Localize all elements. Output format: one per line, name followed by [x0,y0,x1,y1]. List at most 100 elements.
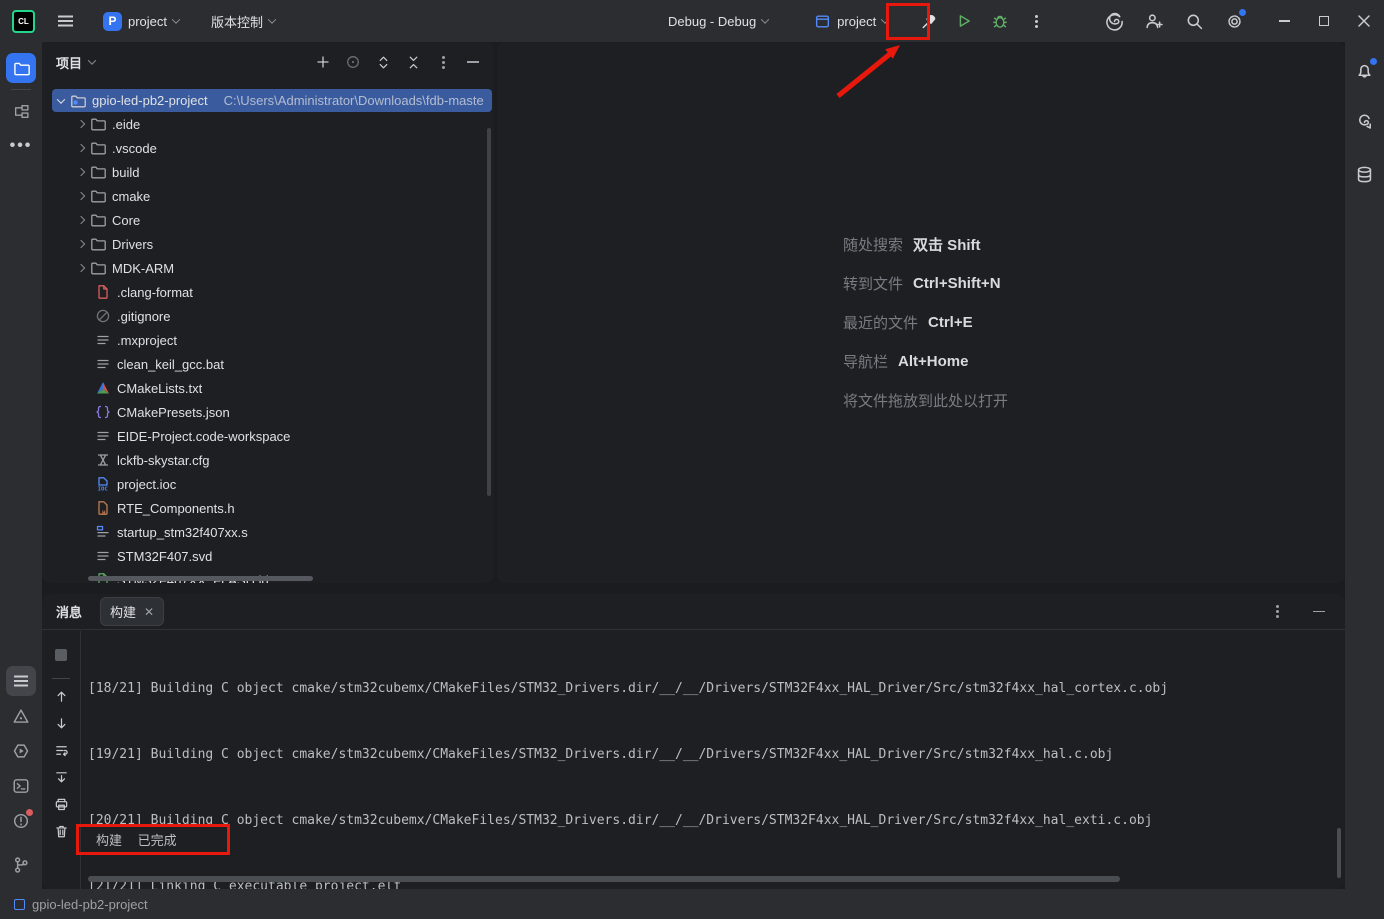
tree-item[interactable]: CMakePresets.json [42,400,494,424]
previous-message-button[interactable] [49,686,73,706]
print-button[interactable] [49,794,73,814]
messages-toolwindow-button[interactable] [6,666,36,696]
ai-chat-toolwindow-button[interactable] [1349,106,1381,138]
project-badge-icon: P [103,12,122,31]
tree-item[interactable]: MDK-ARM [42,256,494,280]
tree-item[interactable]: .mxproject [42,328,494,352]
add-button[interactable] [310,49,336,75]
terminal-toolwindow-button[interactable] [6,771,36,801]
scroll-end-icon [54,770,69,785]
tree-item[interactable]: build [42,160,494,184]
project-selector[interactable]: P project [95,7,187,36]
tree-item[interactable]: Drivers [42,232,494,256]
gitignore-file-icon [95,308,111,324]
statusbar-project-name[interactable]: gpio-led-pb2-project [32,897,148,912]
tree-item[interactable]: .eide [42,112,494,136]
chevron-right-icon [77,192,85,200]
tree-item[interactable]: lckfb-skystar.cfg [42,448,494,472]
expand-all-button[interactable] [370,49,396,75]
more-actions-button[interactable] [1020,5,1052,37]
minus-icon [467,61,479,63]
settings-button[interactable] [1218,5,1250,37]
cfg-file-icon [95,452,111,468]
run-configuration-selector[interactable]: Debug - Debug [660,9,776,34]
collapse-all-button[interactable] [400,49,426,75]
build-console-output: [18/21] Building C object cmake/stm32cub… [88,634,1331,889]
folder-icon [90,236,106,252]
main-menu-button[interactable] [49,5,81,37]
build-button[interactable] [912,5,944,37]
ai-assistant-button[interactable] [1098,5,1130,37]
search-everywhere-button[interactable] [1178,5,1210,37]
project-tree: gpio-led-pb2-project C:\Users\Administra… [42,89,494,583]
problems-toolwindow-button[interactable] [6,806,36,836]
ellipsis-vertical-icon [1276,610,1279,613]
stop-icon [55,649,67,661]
close-button[interactable] [1344,0,1384,42]
git-toolwindow-button[interactable] [6,850,36,880]
vertical-scrollbar[interactable] [1337,828,1341,878]
structure-toolwindow-button[interactable] [6,96,36,126]
horizontal-scrollbar[interactable] [88,876,1120,882]
hide-panel-button[interactable] [460,49,486,75]
database-toolwindow-button[interactable] [1349,158,1381,190]
tree-item[interactable]: EIDE-Project.code-workspace [42,424,494,448]
run-target-selector[interactable]: project [806,8,896,35]
run-toolbar: Debug - Debug project [660,0,1052,42]
build-tab[interactable]: 构建 ✕ [100,597,164,626]
target-window-icon [814,13,831,30]
tree-root-row[interactable]: gpio-led-pb2-project C:\Users\Administra… [52,89,492,112]
folder-icon [90,164,106,180]
divider [11,89,31,90]
tree-item[interactable]: clean_keil_gcc.bat [42,352,494,376]
database-icon [1355,165,1374,184]
tree-item[interactable]: RTE_Components.h [42,496,494,520]
maximize-button[interactable] [1304,0,1344,42]
clear-all-button[interactable] [49,821,73,841]
scroll-to-end-button[interactable] [49,767,73,787]
tree-item[interactable]: .clang-format [42,280,494,304]
tab-close-icon[interactable]: ✕ [144,606,154,618]
minimize-button[interactable] [1264,0,1304,42]
tree-item[interactable]: STM32F407.svd [42,544,494,568]
folder-icon [90,260,106,276]
hide-panel-button[interactable] [1303,596,1335,628]
tree-item[interactable]: project.ioc [42,472,494,496]
code-with-me-button[interactable] [1138,5,1170,37]
project-panel-title[interactable]: 项目 [56,53,95,72]
folder-icon [13,60,30,77]
tree-item[interactable]: startup_stm32f407xx.s [42,520,494,544]
cmake-toolwindow-button[interactable] [6,701,36,731]
tree-item[interactable]: cmake [42,184,494,208]
stop-button[interactable] [45,639,77,671]
vcs-menu[interactable]: 版本控制 [203,7,283,36]
vertical-scrollbar[interactable] [487,128,491,496]
services-toolwindow-button[interactable] [6,736,36,766]
tree-item[interactable]: Core [42,208,494,232]
locate-file-button[interactable] [340,49,366,75]
notifications-button[interactable] [1349,54,1381,86]
search-icon [1185,12,1204,31]
project-toolwindow-button[interactable] [6,53,36,83]
printer-icon [54,797,69,812]
next-message-button[interactable] [49,713,73,733]
text-file-icon [95,356,111,372]
debug-button[interactable] [984,5,1016,37]
messages-label: 消息 [56,602,82,621]
panel-options-button[interactable] [1261,596,1293,628]
tree-item[interactable]: CMakeLists.txt [42,376,494,400]
panel-options-button[interactable] [430,49,456,75]
minimize-icon [1279,20,1290,22]
more-toolwindows-button[interactable]: ••• [6,131,36,161]
horizontal-scrollbar[interactable] [88,576,313,581]
arrow-down-icon [54,716,69,731]
chevron-down-icon [88,56,96,64]
run-button[interactable] [948,5,980,37]
hamburger-icon [58,20,73,22]
soft-wrap-button[interactable] [49,740,73,760]
tree-item[interactable]: .gitignore [42,304,494,328]
tree-item[interactable]: .vscode [42,136,494,160]
hint-row: 随处搜索双击 Shift [843,225,1008,264]
plus-icon [315,54,331,70]
right-tool-strip [1345,42,1384,889]
